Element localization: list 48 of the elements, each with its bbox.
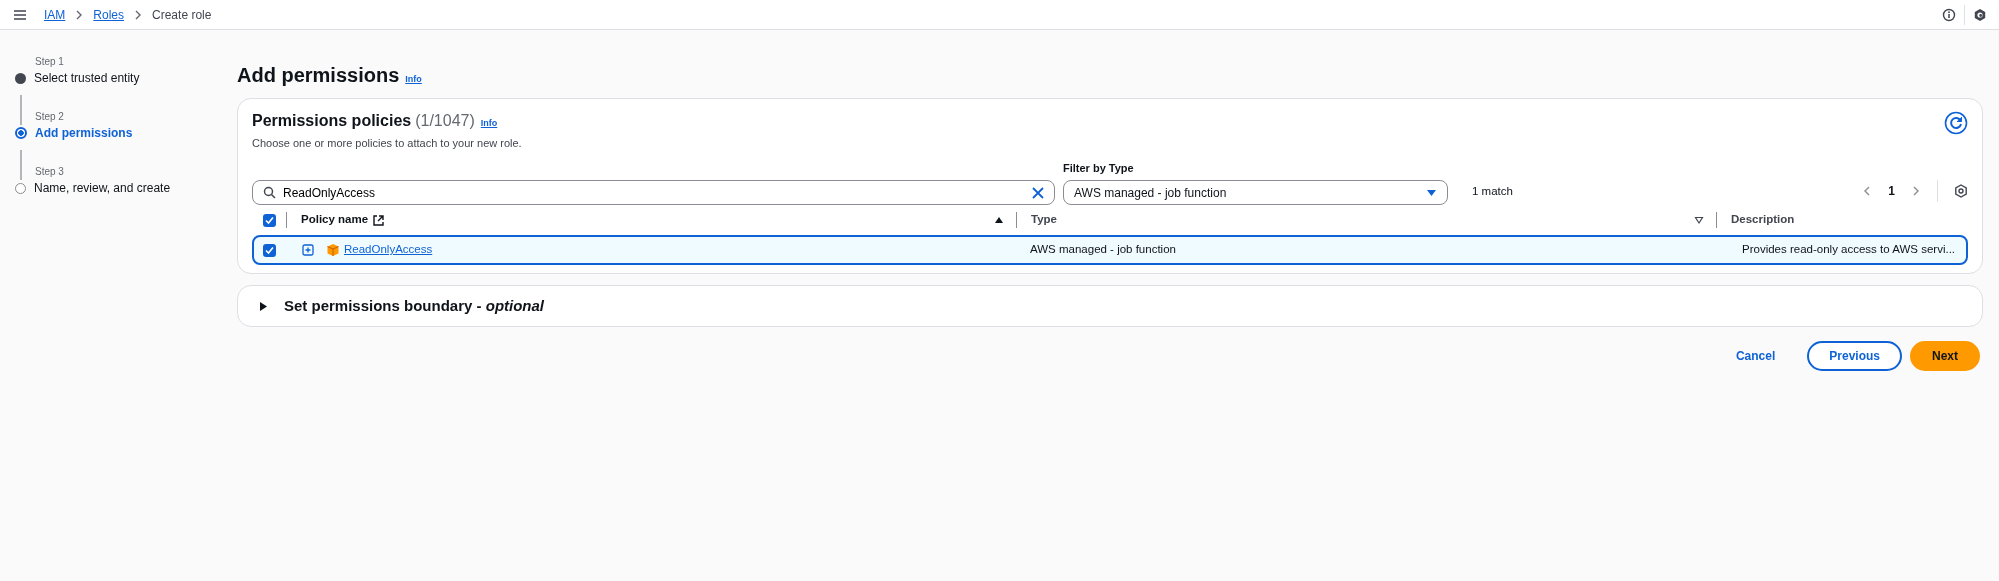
expand-icon[interactable]	[302, 244, 314, 256]
column-header: Description	[1731, 212, 1795, 228]
page-number[interactable]: 1	[1888, 182, 1895, 200]
external-link-icon[interactable]	[372, 213, 386, 227]
next-page-icon[interactable]	[1911, 185, 1921, 197]
page-title: Add permissions	[237, 63, 400, 88]
previous-button[interactable]: Previous	[1807, 341, 1902, 371]
package-icon	[326, 243, 340, 257]
policy-count: (1/1047)	[415, 111, 475, 131]
breadcrumb-link[interactable]: Roles	[93, 5, 125, 24]
checkbox[interactable]	[263, 213, 276, 227]
search-icon	[263, 186, 276, 199]
sort-icon[interactable]	[1694, 215, 1704, 225]
breadcrumb-current: Create role	[152, 6, 212, 24]
refresh-icon[interactable]	[1944, 111, 1968, 135]
table-cell-text: AWS managed - job function	[1030, 242, 1177, 258]
policy-link[interactable]: ReadOnlyAccess	[344, 241, 433, 259]
next-button[interactable]: Next	[1910, 341, 1980, 371]
caret-icon	[258, 300, 268, 312]
search-field[interactable]: ReadOnlyAccess	[252, 180, 1055, 205]
step-number: Step 2	[35, 110, 65, 124]
table-cell-text: Provides read-only access to AWS servi...	[1742, 242, 1956, 258]
sort-icon[interactable]	[994, 215, 1004, 225]
table-row[interactable]: ReadOnlyAccess AWS managed - job function Provides read-only access to AWS servi...	[252, 235, 1968, 265]
breadcrumb-link[interactable]: IAM	[44, 5, 66, 24]
info-icon[interactable]	[1942, 7, 1956, 22]
step-label[interactable]: Add permissions	[35, 124, 133, 142]
settings-icon[interactable]	[1954, 184, 1968, 198]
filter-label: Filter by Type	[1063, 160, 1135, 176]
expandable-section[interactable]: Set permissions boundary - optional	[237, 285, 1983, 327]
match-count: 1 match	[1472, 183, 1513, 199]
cancel-button[interactable]: Cancel	[1725, 341, 1786, 371]
settings-icon[interactable]	[1973, 7, 1987, 22]
type-dropdown[interactable]: AWS managed - job function	[1063, 180, 1448, 205]
checkbox[interactable]	[263, 243, 276, 257]
step-number: Step 3	[35, 165, 65, 179]
column-header[interactable]: Type	[1031, 211, 1057, 229]
column-header[interactable]: Policy name	[301, 211, 369, 229]
step-number: Step 1	[35, 55, 65, 69]
info-link[interactable]: Info	[405, 73, 422, 87]
step-label[interactable]: Select trusted entity	[34, 69, 140, 87]
panel-description: Choose one or more policies to attach to your new role.	[252, 136, 523, 151]
panel-title: Permissions policies	[252, 111, 412, 131]
section-title: Set permissions boundary - optional	[284, 295, 545, 316]
clear-icon[interactable]	[1031, 186, 1045, 200]
info-link[interactable]: Info	[480, 117, 498, 131]
caret-icon	[1426, 187, 1437, 198]
step-label: Name, review, and create	[34, 180, 171, 197]
